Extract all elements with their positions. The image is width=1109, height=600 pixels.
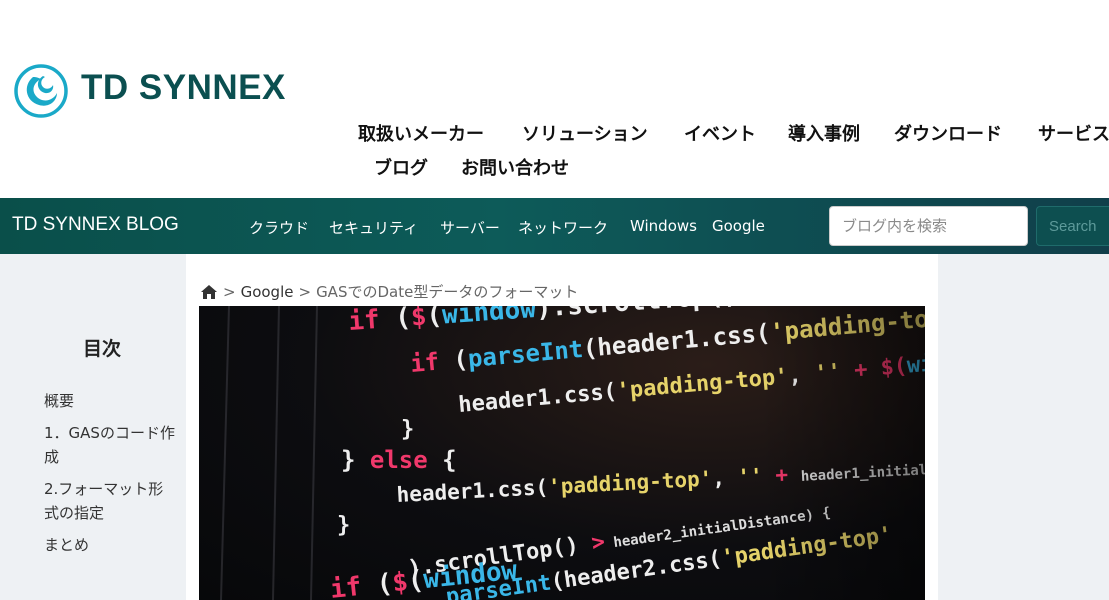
svg-text:}: } — [337, 513, 350, 538]
category-google[interactable]: Google — [712, 217, 765, 235]
toc-item-overview[interactable]: 概要 — [44, 389, 178, 413]
search-button[interactable]: Search — [1036, 206, 1109, 246]
blog-title[interactable]: TD SYNNEX BLOG — [12, 214, 179, 236]
blog-search-input[interactable] — [829, 206, 1028, 246]
brand-name: TD SYNNEX — [81, 68, 286, 107]
category-server[interactable]: サーバー — [440, 217, 500, 238]
breadcrumb: > Google > GASでのDate型データのフォーマット — [200, 281, 578, 302]
nav-events[interactable]: イベント — [684, 120, 756, 146]
nav-downloads[interactable]: ダウンロード — [894, 120, 1002, 146]
nav-case-studies[interactable]: 導入事例 — [788, 120, 860, 146]
toc-title: 目次 — [83, 338, 122, 360]
nav-blog[interactable]: ブログ — [374, 154, 428, 180]
toc-item-gas-code[interactable]: 1．GASのコード作成 — [44, 421, 178, 469]
toc-item-summary[interactable]: まとめ — [44, 533, 178, 557]
breadcrumb-separator: > — [223, 282, 236, 301]
nav-contact[interactable]: お問い合わせ — [461, 154, 569, 180]
home-icon[interactable] — [200, 284, 218, 300]
td-synnex-logo-icon — [14, 64, 68, 118]
breadcrumb-category[interactable]: Google — [241, 283, 294, 301]
category-security[interactable]: セキュリティ — [329, 217, 418, 238]
article-hero-image: if ($(window).scrollTop() > header0_init… — [199, 306, 925, 600]
blog-navbar: TD SYNNEX BLOG クラウド セキュリティ サーバー ネットワーク W… — [0, 198, 1109, 254]
category-network[interactable]: ネットワーク — [518, 217, 608, 238]
right-gutter — [938, 254, 1109, 600]
brand-logo[interactable]: TD SYNNEX — [13, 63, 285, 119]
nav-services[interactable]: サービス — [1038, 120, 1109, 146]
category-cloud[interactable]: クラウド — [249, 217, 309, 238]
svg-text:}: } — [401, 417, 414, 442]
svg-text:} else {: } else { — [341, 446, 457, 474]
nav-solutions[interactable]: ソリューション — [522, 120, 648, 146]
code-screenshot-image: if ($(window).scrollTop() > header0_init… — [220, 306, 925, 600]
breadcrumb-separator: > — [298, 282, 312, 301]
nav-manufacturers[interactable]: 取扱いメーカー — [358, 120, 484, 146]
category-windows[interactable]: Windows — [630, 217, 697, 235]
breadcrumb-current: GASでのDate型データのフォーマット — [316, 283, 579, 301]
toc-item-format[interactable]: 2.フォーマット形式の指定 — [44, 477, 178, 525]
